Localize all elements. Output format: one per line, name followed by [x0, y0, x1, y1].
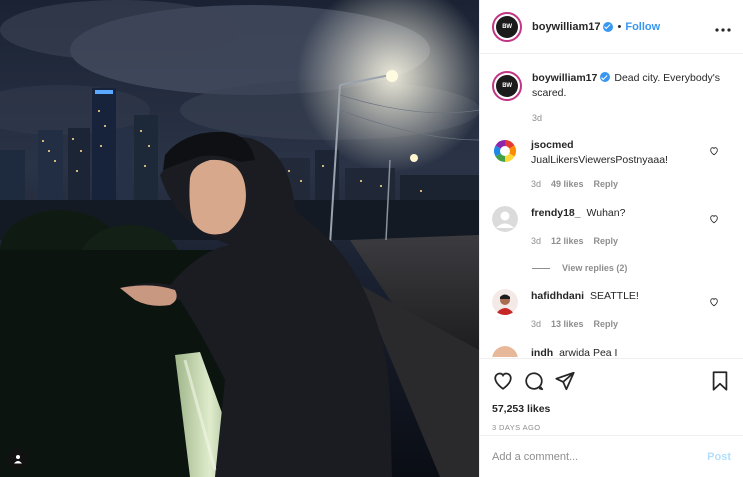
post-actions: 57,253 likes 3 DAYS AGO [480, 358, 743, 432]
comment-time: 3d [531, 179, 542, 189]
post-header: BW boywilliam17 • Follow [480, 0, 743, 54]
post-comment-button[interactable]: Post [707, 451, 731, 463]
comment-likes[interactable]: 49 likes [551, 179, 584, 189]
commenter-avatar[interactable] [492, 138, 518, 164]
heart-icon[interactable] [709, 297, 719, 307]
separator-dot: • [617, 20, 622, 33]
comment-username[interactable]: jsocmed [531, 139, 574, 151]
author-username[interactable]: boywilliam17 [532, 21, 600, 33]
post-sidebar: BW boywilliam17 • Follow BW boywilliam17… [479, 0, 743, 477]
comment-form: Post [480, 435, 743, 477]
caption-row: BW boywilliam17 Dead city. Everybody's sc… [492, 71, 731, 126]
comment-row: jsocmed JualLikersViewersPostnyaaa! 3d 49… [492, 138, 731, 192]
comment-time: 3d [531, 236, 542, 246]
author-avatar[interactable]: BW [492, 11, 522, 42]
comment-text: Wuhan? [586, 207, 626, 219]
user-icon [14, 455, 22, 464]
caption-time: 3d [532, 113, 543, 123]
comment-username[interactable]: hafidhdani [531, 290, 584, 302]
comment-username[interactable]: frendy18_ [531, 207, 581, 219]
replies-line [532, 267, 550, 269]
comment-bubble-icon[interactable] [523, 370, 545, 392]
comment-username[interactable]: indh [531, 347, 553, 357]
heart-icon[interactable] [709, 146, 719, 156]
reply-button[interactable]: Reply [594, 179, 619, 189]
comment-text: arwida Pea I [559, 347, 618, 357]
comment-likes[interactable]: 13 likes [551, 319, 584, 329]
reply-button[interactable]: Reply [594, 319, 619, 329]
likes-count[interactable]: 57,253 likes [492, 403, 731, 415]
commenter-avatar[interactable] [492, 289, 518, 315]
avatar-logo-text: BW [496, 15, 518, 38]
comment-input[interactable] [492, 450, 708, 463]
post-photo[interactable] [0, 0, 479, 477]
save-bookmark-icon[interactable] [709, 370, 731, 392]
comment-likes[interactable]: 12 likes [551, 236, 584, 246]
view-replies-button[interactable]: View replies (2) [532, 263, 731, 273]
city-night-photo [0, 0, 479, 477]
more-dots-icon[interactable] [715, 19, 731, 35]
view-replies-label: View replies (2) [562, 263, 628, 273]
comment-text: JualLikersViewersPostnyaaa! [531, 154, 668, 166]
comment-text: SEATTLE! [590, 290, 639, 302]
heart-icon[interactable] [709, 214, 719, 224]
verified-badge-icon [603, 21, 614, 32]
reply-button[interactable]: Reply [594, 236, 619, 246]
caption-avatar[interactable]: BW [492, 71, 522, 101]
tagged-user-button[interactable] [8, 449, 28, 469]
comments-list[interactable]: BW boywilliam17 Dead city. Everybody's sc… [480, 55, 743, 357]
like-heart-icon[interactable] [492, 370, 514, 392]
posted-time: 3 DAYS AGO [492, 423, 541, 432]
verified-badge-icon [600, 72, 611, 82]
comment-time: 3d [531, 319, 542, 329]
comment-row: indh arwida Pea I [492, 346, 731, 357]
share-send-icon[interactable] [554, 370, 576, 392]
comment-row: frendy18_ Wuhan? 3d 12 likes Reply [492, 206, 731, 249]
commenter-avatar[interactable] [492, 346, 518, 357]
comment-row: hafidhdani SEATTLE! 3d 13 likes Reply [492, 289, 731, 332]
avatar-logo-text: BW [496, 75, 518, 97]
commenter-avatar[interactable] [492, 206, 518, 232]
follow-button[interactable]: Follow [625, 21, 660, 33]
caption-username[interactable]: boywilliam17 [532, 72, 597, 84]
